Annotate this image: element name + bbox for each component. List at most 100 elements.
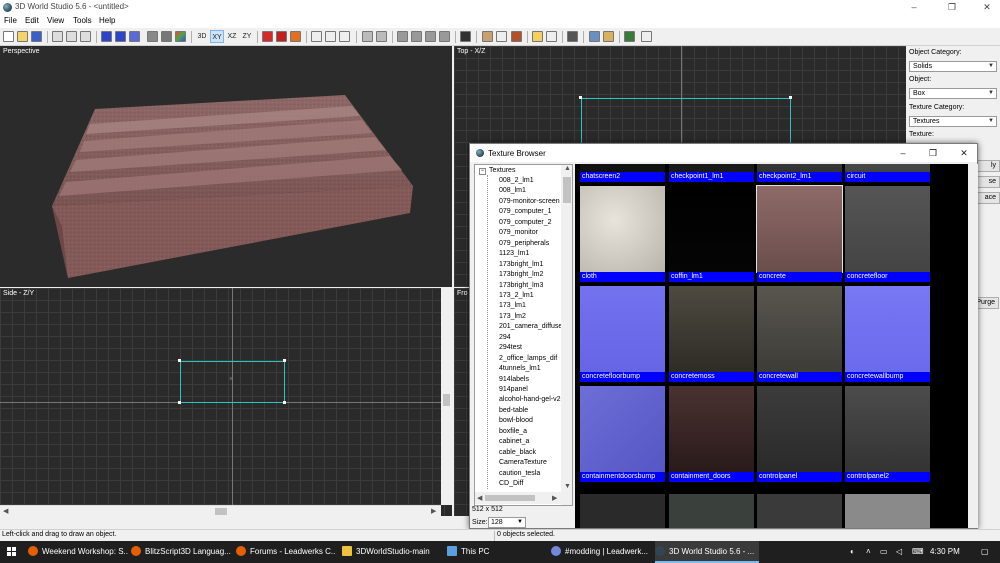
split-icon[interactable] bbox=[439, 31, 450, 42]
scroll-thumb[interactable] bbox=[563, 177, 571, 203]
grid-snap-icon[interactable] bbox=[362, 31, 373, 42]
pencil-icon[interactable] bbox=[482, 31, 493, 42]
tree-item[interactable]: 294 bbox=[499, 334, 511, 341]
tree-item[interactable]: boxfile_a bbox=[499, 428, 527, 435]
tree-root[interactable]: − Textures bbox=[479, 167, 515, 175]
handle[interactable] bbox=[283, 401, 286, 404]
world-render-icon[interactable] bbox=[624, 31, 635, 42]
scroll-left-icon[interactable]: ◀ bbox=[3, 507, 8, 515]
tree-item[interactable]: 173_lm1 bbox=[499, 302, 526, 309]
handle[interactable] bbox=[579, 96, 582, 99]
tree-item[interactable]: 294test bbox=[499, 344, 522, 351]
handle[interactable] bbox=[178, 359, 181, 362]
cube-lit-icon[interactable] bbox=[161, 31, 172, 42]
cube-wire-icon[interactable] bbox=[101, 31, 112, 42]
texture-thumbnail[interactable] bbox=[757, 494, 842, 528]
texture-thumbnail[interactable] bbox=[669, 494, 754, 528]
tree-item[interactable]: 079_peripherals bbox=[499, 240, 549, 247]
cut-icon[interactable] bbox=[52, 31, 63, 42]
scroll-up-icon[interactable]: ▲ bbox=[564, 165, 571, 172]
tree-item[interactable]: CameraTexture bbox=[499, 459, 547, 466]
scroll-thumb[interactable] bbox=[443, 394, 450, 406]
view-zy-button[interactable]: ZY bbox=[240, 30, 254, 43]
tray-app-icon[interactable]: ◐ bbox=[850, 547, 855, 556]
carve-icon[interactable] bbox=[397, 31, 408, 42]
handle[interactable] bbox=[789, 96, 792, 99]
menu-tools[interactable]: Tools bbox=[73, 16, 92, 25]
help-pointer-icon[interactable] bbox=[641, 31, 652, 42]
object-select[interactable]: Box ▼ bbox=[909, 88, 997, 99]
scroll-right-icon[interactable]: ▶ bbox=[552, 494, 557, 502]
close-button[interactable]: ✕ bbox=[952, 146, 976, 160]
taskbar-item-folder[interactable]: 3DWorldStudio-main bbox=[342, 541, 442, 563]
scroll-thumb[interactable] bbox=[485, 495, 535, 501]
texture-tile[interactable]: checkpoint1_lm1 bbox=[669, 164, 754, 184]
view-xy-button[interactable]: XY bbox=[210, 30, 224, 43]
light-icon[interactable] bbox=[603, 31, 614, 42]
new-file-icon[interactable] bbox=[3, 31, 14, 42]
language-icon[interactable]: ⌨ bbox=[912, 547, 924, 556]
maximize-button[interactable]: ❐ bbox=[921, 146, 945, 160]
tree-vscroll[interactable]: ▲ ▼ bbox=[561, 165, 572, 505]
tree-hscroll[interactable]: ◀ ▶ bbox=[475, 492, 561, 504]
tree-item[interactable]: 079_monitor bbox=[499, 229, 538, 236]
texture-category-select[interactable]: Textures ▼ bbox=[909, 116, 997, 127]
view-3d-button[interactable]: 3D bbox=[195, 30, 209, 43]
collapse-icon[interactable]: − bbox=[479, 168, 486, 175]
menu-help[interactable]: Help bbox=[99, 16, 115, 25]
texture-tile[interactable]: controlpanel2 bbox=[845, 386, 930, 484]
texture-tile[interactable]: containmentdoorsbump bbox=[580, 386, 665, 484]
open-folder-icon[interactable] bbox=[17, 31, 28, 42]
maximize-button[interactable]: ❐ bbox=[942, 1, 962, 14]
cube-textured-icon[interactable] bbox=[129, 31, 140, 42]
minimize-button[interactable]: – bbox=[904, 1, 924, 14]
tree-item[interactable]: 173bright_lm3 bbox=[499, 282, 543, 289]
perspective-viewport[interactable]: Perspective bbox=[0, 46, 452, 287]
color-cube-icon[interactable] bbox=[175, 31, 186, 42]
tree-item[interactable]: 914labels bbox=[499, 376, 529, 383]
size-select[interactable]: 128 ▼ bbox=[488, 517, 526, 528]
grid-size-icon[interactable] bbox=[376, 31, 387, 42]
tree-item[interactable]: 079-monitor-screen bbox=[499, 198, 560, 205]
rotate-right-icon[interactable] bbox=[325, 31, 336, 42]
texture-tile[interactable]: checkpoint2_lm1 bbox=[757, 164, 842, 184]
tree-item[interactable]: 4tunnels_lm1 bbox=[499, 365, 541, 372]
texture-tile[interactable]: concrete bbox=[756, 185, 843, 284]
texture-tile[interactable]: concretemoss bbox=[669, 286, 754, 384]
rotate-left-icon[interactable] bbox=[311, 31, 322, 42]
scroll-right-icon[interactable]: ▶ bbox=[431, 507, 436, 515]
texture-tile[interactable]: concretefloorbump bbox=[580, 286, 665, 384]
texture-grid-scrollbar[interactable] bbox=[968, 164, 978, 528]
copy-icon[interactable] bbox=[66, 31, 77, 42]
texture-browser-titlebar[interactable]: Texture Browser – ❐ ✕ bbox=[470, 144, 977, 162]
volume-icon[interactable]: ◁ bbox=[896, 547, 902, 556]
menu-edit[interactable]: Edit bbox=[25, 16, 39, 25]
network-icon[interactable]: ▭ bbox=[880, 547, 888, 556]
clip-tool-icon[interactable] bbox=[496, 31, 507, 42]
object-category-select[interactable]: Solids ▼ bbox=[909, 61, 997, 72]
tree-item[interactable]: 079_computer_2 bbox=[499, 219, 552, 226]
texture-tile[interactable]: coffin_lm1 bbox=[669, 186, 754, 284]
texture-tile[interactable]: concretefloor bbox=[845, 186, 930, 284]
close-button[interactable]: ✕ bbox=[977, 1, 997, 14]
tree-item[interactable]: 2_office_lamps_dif bbox=[499, 355, 557, 362]
tree-item[interactable]: 173bright_lm1 bbox=[499, 261, 543, 268]
scroll-left-icon[interactable]: ◀ bbox=[477, 494, 482, 502]
taskbar-item-this-pc[interactable]: This PC bbox=[447, 541, 547, 563]
side-hscroll[interactable]: ◀ ▶ bbox=[0, 505, 441, 516]
texture-tile[interactable]: cloth bbox=[580, 186, 665, 284]
paste-icon[interactable] bbox=[80, 31, 91, 42]
tree-item[interactable]: 1123_lm1 bbox=[499, 250, 529, 257]
texture-tile[interactable]: circuit bbox=[845, 164, 930, 184]
taskbar-item-3dws[interactable]: 3D World Studio 5.6 - ... bbox=[655, 541, 759, 563]
tree-item[interactable]: 008_2_lm1 bbox=[499, 177, 534, 184]
notifications-icon[interactable]: ▢ bbox=[981, 547, 989, 556]
tree-item[interactable]: 079_computer_1 bbox=[499, 208, 552, 215]
minimize-button[interactable]: – bbox=[891, 146, 915, 160]
tree-item[interactable]: 173_2_lm1 bbox=[499, 292, 534, 299]
lock-icon[interactable] bbox=[532, 31, 543, 42]
red-cube-select-icon[interactable] bbox=[276, 31, 287, 42]
orange-cube-icon[interactable] bbox=[290, 31, 301, 42]
handle[interactable] bbox=[178, 401, 181, 404]
tree-item[interactable]: cabinet_a bbox=[499, 438, 529, 445]
